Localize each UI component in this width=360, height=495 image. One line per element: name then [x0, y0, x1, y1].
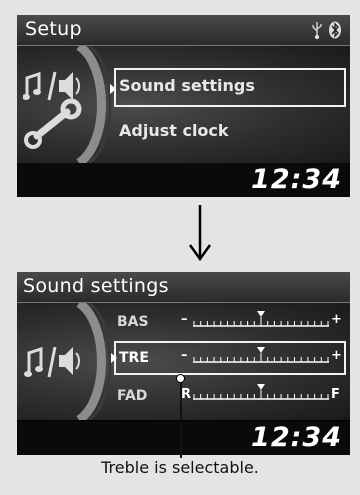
screen-title: Setup	[25, 18, 82, 40]
selection-arrow-icon	[111, 353, 117, 363]
fader-slider[interactable]	[193, 384, 329, 402]
status-icons	[312, 21, 341, 40]
menu-item-sound-settings[interactable]: Sound settings	[119, 76, 255, 95]
level-indicator	[257, 311, 265, 317]
menu-panel: Sound settings Adjust clock	[17, 46, 350, 163]
scale-right-end: F	[331, 387, 340, 402]
screen-title: Sound settings	[23, 275, 169, 297]
usb-icon	[312, 22, 322, 40]
scale-right-end: +	[331, 312, 342, 327]
bass-slider[interactable]	[193, 311, 329, 329]
scale-left-end: –	[181, 312, 188, 327]
title-bar: Setup	[17, 15, 350, 46]
down-arrow-icon	[188, 205, 212, 262]
audio-icon	[24, 346, 80, 378]
callout-leader-line	[180, 378, 182, 458]
clock-bar: 12:34	[17, 421, 350, 455]
callout-dot	[176, 374, 185, 383]
menu-item-adjust-clock[interactable]: Adjust clock	[119, 121, 229, 140]
scale-right-end: +	[331, 348, 342, 363]
title-bar: Sound settings	[17, 272, 350, 303]
setup-screen: Setup Sound settings Adjust clock 12:34	[17, 15, 350, 197]
clock-bar: 12:34	[17, 163, 350, 197]
sliders-panel: BAS – + TRE – + FAD R F	[17, 303, 350, 420]
clock: 12:34	[251, 422, 342, 453]
bluetooth-icon	[329, 21, 341, 39]
slider-label: FAD	[117, 388, 148, 404]
scale-left-end: –	[181, 348, 188, 363]
slider-label: TRE	[119, 350, 149, 366]
treble-slider[interactable]	[193, 347, 329, 365]
level-indicator	[257, 384, 265, 390]
scale-left-end: R	[181, 387, 192, 402]
sound-settings-screen: Sound settings BAS – + TRE – + FAD R F 1…	[17, 272, 350, 455]
caption: Treble is selectable.	[101, 458, 259, 477]
slider-label: BAS	[117, 314, 149, 330]
settings-icon	[23, 71, 82, 149]
level-indicator	[257, 347, 265, 353]
clock: 12:34	[251, 164, 342, 195]
